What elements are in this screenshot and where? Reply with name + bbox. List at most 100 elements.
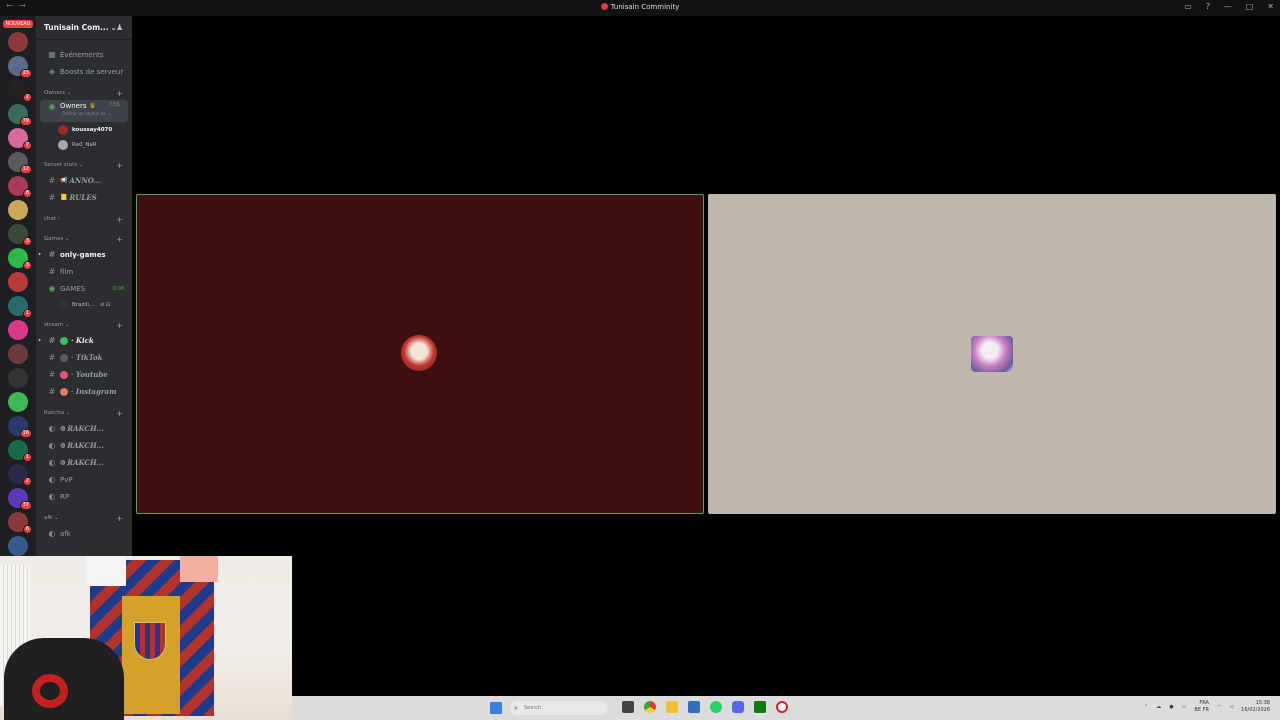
category-label: afk bbox=[44, 515, 53, 521]
category-afk[interactable]: afk ⌄ + bbox=[36, 511, 132, 525]
add-channel-icon[interactable]: + bbox=[116, 161, 123, 170]
server-icon[interactable]: 6 bbox=[8, 512, 32, 534]
voice-channel-rakcha[interactable]: ◐ ◍ RAKCH... bbox=[36, 420, 132, 437]
channel-only-games[interactable]: • # only-games bbox=[36, 246, 132, 263]
voice-channel-games[interactable]: ◉ GAMES 0:00 bbox=[36, 280, 132, 297]
voice-tile[interactable] bbox=[708, 194, 1276, 514]
clock[interactable]: 15:38 16/02/2026 bbox=[1241, 700, 1270, 714]
add-channel-icon[interactable]: + bbox=[116, 215, 123, 224]
server-icon[interactable]: 23 bbox=[8, 56, 32, 78]
language-indicator[interactable]: FRA BE FR bbox=[1194, 700, 1209, 714]
server-icon[interactable]: 3 bbox=[8, 224, 32, 246]
server-rail: NOUVEAU 23 2 79 7 12 8 3 3 1 16 1 2 37 6 bbox=[0, 16, 36, 556]
add-channel-icon[interactable]: + bbox=[116, 321, 123, 330]
store-icon[interactable] bbox=[688, 701, 700, 713]
server-icon[interactable] bbox=[8, 320, 28, 340]
server-icon[interactable]: 7 bbox=[8, 128, 32, 150]
channel-label: RP bbox=[60, 492, 70, 501]
server-icon[interactable]: 37 bbox=[8, 488, 32, 510]
windows-start-icon[interactable] bbox=[490, 702, 502, 714]
channel-film[interactable]: # film bbox=[36, 263, 132, 280]
server-icon[interactable] bbox=[8, 368, 28, 388]
speaker-icon: ◐ bbox=[48, 475, 56, 484]
category-rakcha[interactable]: Rakcha ⌄ + bbox=[36, 406, 132, 420]
server-icon[interactable]: 2 bbox=[8, 464, 32, 486]
voice-channel-afk[interactable]: ◐ afk bbox=[36, 525, 132, 542]
whatsapp-icon[interactable] bbox=[710, 701, 722, 713]
wifi-icon[interactable]: ◠ bbox=[1217, 704, 1221, 710]
server-icon[interactable]: 16 bbox=[8, 416, 32, 438]
voice-user[interactable]: Ra0_NaR bbox=[36, 137, 132, 152]
voice-channel-owners[interactable]: ◉ Owners ♛ Définir un statut de ... 7:55 bbox=[40, 100, 128, 122]
server-icon[interactable] bbox=[8, 32, 28, 52]
mention-badge: 37 bbox=[19, 501, 32, 510]
channel-tiktok[interactable]: # · TikTok bbox=[36, 349, 132, 366]
chrome-icon[interactable] bbox=[644, 701, 656, 713]
channel-instagram[interactable]: # · Instagram bbox=[36, 383, 132, 400]
inbox-icon[interactable]: ▭ bbox=[1184, 2, 1192, 11]
channel-rules[interactable]: # 📒 RULES bbox=[36, 189, 132, 206]
server-icon[interactable]: 3 bbox=[8, 248, 32, 270]
volume-icon[interactable]: ◁ bbox=[1229, 704, 1233, 710]
opera-icon[interactable] bbox=[776, 701, 788, 713]
category-chat[interactable]: chat › + bbox=[36, 212, 132, 226]
channel-label: PvP bbox=[60, 475, 73, 484]
voice-channel-rakcha[interactable]: ◐ ◍ RAKCH... bbox=[36, 454, 132, 471]
invite-icon[interactable]: ♟ bbox=[116, 23, 123, 32]
server-icon[interactable] bbox=[8, 344, 28, 364]
server-icon[interactable]: 8 bbox=[8, 176, 32, 198]
mention-badge: 79 bbox=[19, 117, 32, 126]
server-icon[interactable] bbox=[8, 536, 28, 556]
calendar-icon: ▦ bbox=[48, 50, 56, 59]
language-layout: BE FR bbox=[1194, 707, 1209, 713]
category-owners[interactable]: Owners ⌄ + bbox=[36, 86, 132, 100]
add-channel-icon[interactable]: + bbox=[116, 514, 123, 523]
add-channel-icon[interactable]: + bbox=[116, 409, 123, 418]
server-icon[interactable]: 79 bbox=[8, 104, 32, 126]
platform-icon bbox=[60, 353, 68, 362]
hash-icon: # bbox=[48, 353, 56, 362]
guild-header[interactable]: Tunisain Com... ⌄ ♟ bbox=[36, 16, 132, 40]
server-icon[interactable]: 12 bbox=[8, 152, 32, 174]
server-icon[interactable] bbox=[8, 392, 28, 412]
server-icon[interactable]: 1 bbox=[8, 296, 32, 318]
speaker-icon: ◐ bbox=[48, 441, 56, 450]
close-icon[interactable]: ✕ bbox=[1267, 2, 1274, 11]
avatar bbox=[401, 335, 437, 371]
category-server-stats[interactable]: Server stats ⌄ + bbox=[36, 158, 132, 172]
add-channel-icon[interactable]: + bbox=[116, 235, 123, 244]
minimize-icon[interactable]: — bbox=[1224, 2, 1232, 11]
add-channel-icon[interactable]: + bbox=[116, 89, 123, 98]
voice-channel-rp[interactable]: ◐ RP bbox=[36, 488, 132, 505]
channel-youtube[interactable]: # · Youtube bbox=[36, 366, 132, 383]
server-icon[interactable] bbox=[8, 272, 28, 292]
keyboard-icon[interactable]: ▭ bbox=[1182, 704, 1187, 710]
category-games[interactable]: Games ⌄ + bbox=[36, 232, 132, 246]
server-icon[interactable] bbox=[8, 200, 28, 220]
voice-channel-pvp[interactable]: ◐ PvP bbox=[36, 471, 132, 488]
taskview-icon[interactable] bbox=[622, 701, 634, 713]
maximize-icon[interactable]: □ bbox=[1246, 2, 1254, 11]
xbox-icon[interactable] bbox=[754, 701, 766, 713]
channel-announcements[interactable]: # 📢 ANNO... bbox=[36, 172, 132, 189]
search-box[interactable]: ⌕ Search bbox=[510, 701, 608, 715]
category-stream[interactable]: stream ⌄ + bbox=[36, 318, 132, 332]
cloud-icon[interactable]: ☁ bbox=[1156, 704, 1161, 710]
channel-label: RAKCH... bbox=[67, 441, 104, 450]
channel-kick[interactable]: • # · Kick bbox=[36, 332, 132, 349]
help-icon[interactable]: ? bbox=[1206, 2, 1210, 11]
sidebar-item-events[interactable]: ▦ Événements bbox=[36, 46, 132, 63]
chevron-up-icon[interactable]: ⌃ bbox=[1144, 704, 1148, 710]
server-icon[interactable]: 2 bbox=[8, 80, 32, 102]
voice-channel-rakcha[interactable]: ◐ ◍ RAKCH... bbox=[36, 437, 132, 454]
server-icon[interactable]: 1 bbox=[8, 440, 32, 462]
category-label: Server stats bbox=[44, 162, 78, 168]
voice-tile-speaking[interactable] bbox=[136, 194, 704, 514]
discord-icon[interactable] bbox=[732, 701, 744, 713]
voice-user[interactable]: koussay4070 bbox=[36, 122, 132, 137]
mic-icon[interactable]: ● bbox=[1169, 704, 1173, 710]
webcam-overlay bbox=[0, 556, 292, 720]
folder-icon[interactable] bbox=[666, 701, 678, 713]
sidebar-item-boosts[interactable]: ◈ Boosts de serveur bbox=[36, 63, 132, 80]
voice-user[interactable]: Brazili... ⊘ ⊡ bbox=[36, 297, 132, 312]
